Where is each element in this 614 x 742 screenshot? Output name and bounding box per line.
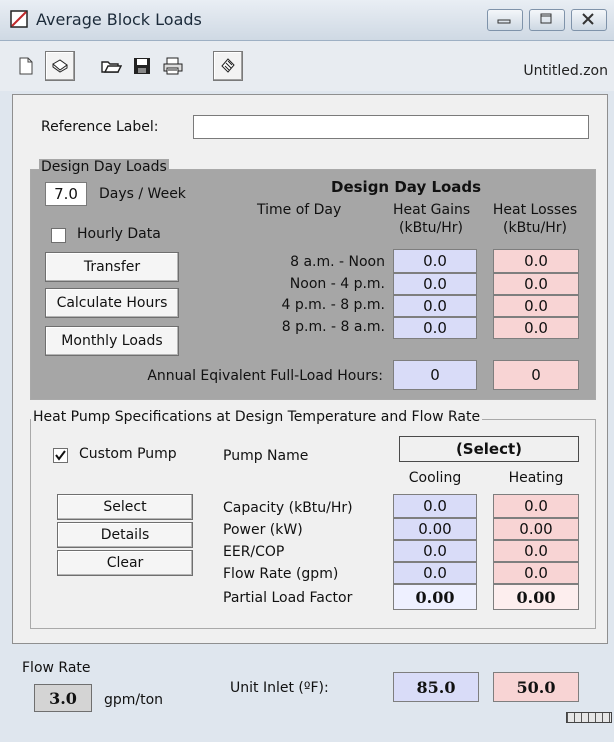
flow-rate-unit: gpm/ton xyxy=(104,692,164,708)
close-icon xyxy=(582,13,594,25)
pump-cooling-cell[interactable]: 0.0 xyxy=(393,540,477,562)
time-of-day-label: 4 p.m. - 8 p.m. xyxy=(281,297,385,313)
hourly-data-label: Hourly Data xyxy=(77,226,161,242)
reference-input[interactable] xyxy=(193,115,589,139)
open-file-icon xyxy=(52,59,68,73)
main-panel: Reference Label: Design Day Loads 7.0 Da… xyxy=(12,94,608,644)
time-of-day-label: 8 a.m. - Noon xyxy=(290,254,385,270)
heat-loss-cell[interactable]: 0.0 xyxy=(493,317,579,339)
heat-losses-unit: (kBtu/Hr) xyxy=(503,220,567,236)
toolbar: Untitled.zon xyxy=(0,41,614,91)
flow-rate-input[interactable]: 3.0 xyxy=(34,684,92,712)
custom-pump-checkbox[interactable] xyxy=(53,448,68,463)
pump-heating-cell[interactable]: 0.0 xyxy=(493,494,579,518)
heat-gain-cell[interactable]: 0.0 xyxy=(393,273,477,295)
heat-loss-cell[interactable]: 0.0 xyxy=(493,273,579,295)
pump-name-label: Pump Name xyxy=(223,448,309,464)
heating-header: Heating xyxy=(508,470,564,486)
title-bar: Average Block Loads xyxy=(0,0,614,41)
partial-load-factor-label: Partial Load Factor xyxy=(223,590,353,606)
unit-inlet-label: Unit Inlet (ºF): xyxy=(230,680,329,696)
pump-spec-label: Capacity (kBtu/Hr) xyxy=(223,500,353,516)
design-day-group-title: Design Day Loads xyxy=(39,159,169,175)
time-of-day-label: 8 p.m. - 8 a.m. xyxy=(281,319,385,335)
heat-gain-cell[interactable]: 0.0 xyxy=(393,249,477,273)
design-day-table-title: Design Day Loads xyxy=(331,178,482,196)
hourly-data-checkbox[interactable] xyxy=(51,228,66,243)
heat-gains-unit: (kBtu/Hr) xyxy=(399,220,463,236)
new-file-icon xyxy=(19,57,33,75)
app-icon xyxy=(10,10,28,28)
pump-select-box[interactable]: (Select) xyxy=(399,436,579,462)
unit-inlet-cooling[interactable]: 85.0 xyxy=(393,672,479,702)
help-button[interactable] xyxy=(213,51,243,81)
resize-grip-icon[interactable] xyxy=(566,712,612,723)
print-icon xyxy=(163,57,183,75)
monthly-loads-button[interactable]: Monthly Loads xyxy=(45,326,179,356)
calculate-hours-button[interactable]: Calculate Hours xyxy=(45,288,179,318)
heat-loss-cell[interactable]: 0.0 xyxy=(493,249,579,273)
file-name: Untitled.zon xyxy=(523,63,608,79)
minimize-button[interactable] xyxy=(487,9,523,31)
heat-loss-cell[interactable]: 0.0 xyxy=(493,295,579,317)
unit-inlet-heating[interactable]: 50.0 xyxy=(493,672,579,702)
annual-hours-label: Annual Eqivalent Full-Load Hours: xyxy=(147,368,383,384)
heat-gain-cell[interactable]: 0.0 xyxy=(393,317,477,339)
minimize-icon xyxy=(497,19,511,24)
clear-button[interactable]: Clear xyxy=(57,550,193,576)
heat-pump-group-title: Heat Pump Specifications at Design Tempe… xyxy=(31,409,483,425)
open-folder-icon xyxy=(101,61,122,73)
cooling-header: Cooling xyxy=(408,470,462,486)
time-of-day-label: Noon - 4 p.m. xyxy=(289,276,385,292)
details-button[interactable]: Details xyxy=(57,522,193,548)
pump-heating-cell[interactable]: 0.0 xyxy=(493,540,579,562)
maximize-icon xyxy=(540,13,552,24)
select-pump-button[interactable]: Select xyxy=(57,494,193,520)
heat-gains-header: Heat Gains xyxy=(393,202,471,218)
flow-rate-label: Flow Rate xyxy=(22,660,91,676)
checkmark-icon xyxy=(55,450,66,461)
design-day-group: Design Day Loads 7.0 Days / Week Hourly … xyxy=(30,159,596,400)
heat-gain-cell[interactable]: 0.0 xyxy=(393,295,477,317)
pump-spec-label: EER/COP xyxy=(223,544,285,560)
heat-losses-header: Heat Losses xyxy=(492,202,578,218)
reference-label: Reference Label: xyxy=(41,119,159,135)
plf-heating: 0.00 xyxy=(493,584,579,610)
pump-cooling-cell[interactable]: 0.0 xyxy=(393,562,477,584)
pump-spec-label: Flow Rate (gpm) xyxy=(223,566,339,582)
open-folder-button[interactable] xyxy=(95,51,125,81)
help-icon xyxy=(221,58,235,73)
pump-spec-label: Power (kW) xyxy=(223,522,303,538)
pump-cooling-cell[interactable]: 0.0 xyxy=(393,494,477,518)
close-button[interactable] xyxy=(571,9,607,31)
pump-cooling-cell[interactable]: 0.00 xyxy=(393,518,477,540)
days-per-week-input[interactable]: 7.0 xyxy=(45,182,87,206)
print-button[interactable] xyxy=(157,51,187,81)
save-icon xyxy=(134,58,150,74)
save-button[interactable] xyxy=(127,51,157,81)
pump-heating-cell[interactable]: 0.0 xyxy=(493,562,579,584)
plf-cooling: 0.00 xyxy=(393,584,477,610)
time-of-day-header: Time of Day xyxy=(257,202,342,218)
window-title: Average Block Loads xyxy=(36,10,202,29)
transfer-button[interactable]: Transfer xyxy=(45,252,179,282)
pump-heating-cell[interactable]: 0.00 xyxy=(493,518,579,540)
maximize-button[interactable] xyxy=(529,9,565,31)
annual-hours-heating: 0 xyxy=(493,360,579,390)
days-per-week-label: Days / Week xyxy=(99,186,186,202)
annual-hours-cooling: 0 xyxy=(393,360,477,390)
new-button[interactable] xyxy=(11,51,41,81)
open-button[interactable] xyxy=(45,51,75,81)
custom-pump-label: Custom Pump xyxy=(79,446,177,462)
heat-pump-group: Heat Pump Specifications at Design Tempe… xyxy=(30,409,596,629)
